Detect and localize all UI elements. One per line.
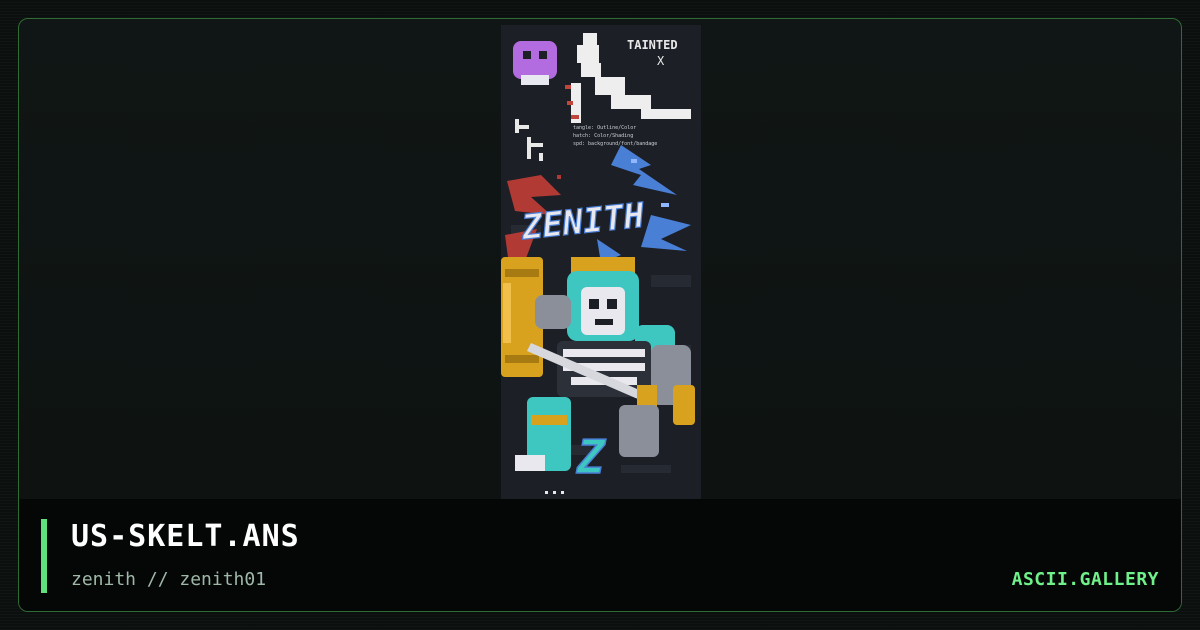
artist-credit[interactable]: zenith // zenith01 xyxy=(71,569,266,590)
z-emblem: Z xyxy=(576,430,606,484)
gallery-card: TAINTED X tangle: Outline/Color hatch: C… xyxy=(18,18,1182,612)
purple-skull-icon xyxy=(513,41,557,85)
caption-bar: US-SKELT.ANS zenith // zenith01 ASCII.GA… xyxy=(19,499,1181,611)
legend-line-1: tangle: Outline/Color xyxy=(573,125,636,131)
legend-line-2: hatch: Color/Shading xyxy=(573,133,633,139)
legend-line-3: spd: background/font/bandage xyxy=(573,141,657,147)
badge-mark: X xyxy=(657,54,665,68)
artwork-title: US-SKELT.ANS xyxy=(71,519,300,554)
artwork-preview[interactable]: TAINTED X tangle: Outline/Color hatch: C… xyxy=(501,25,701,501)
badge-text: TAINTED xyxy=(627,38,678,52)
accent-bar xyxy=(41,519,47,593)
artwork-image: TAINTED X tangle: Outline/Color hatch: C… xyxy=(501,25,701,501)
trailing-dots xyxy=(545,491,564,494)
site-brand-link[interactable]: ASCII.GALLERY xyxy=(1012,569,1159,590)
